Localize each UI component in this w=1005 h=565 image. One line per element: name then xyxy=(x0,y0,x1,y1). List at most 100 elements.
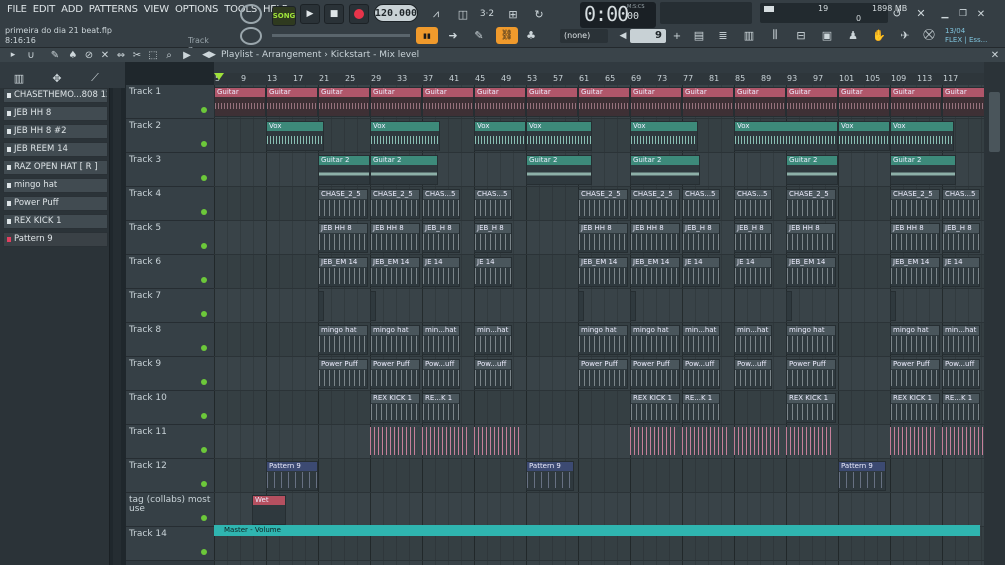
bar-ruler[interactable]: 5 9 13 17 21 25 29 33 37 41 45 49 53 57 61 65 69 73 77 81 85… xyxy=(214,73,984,85)
playlist-clip[interactable] xyxy=(890,427,936,457)
playlist-clip[interactable]: CHAS...5 xyxy=(682,189,720,219)
track-header[interactable]: tag (collabs) most use xyxy=(126,493,214,527)
playlist-clip[interactable] xyxy=(630,427,676,457)
playlist-clip[interactable]: JEB HH 8 xyxy=(318,223,368,253)
playlist-clip[interactable]: Pattern 9 xyxy=(838,461,886,491)
playlist-clip[interactable]: Power Puff xyxy=(578,359,628,389)
track-mute-led[interactable] xyxy=(201,243,207,249)
menu-add[interactable]: ADD xyxy=(58,4,86,15)
master-pitch-knob-icon[interactable] xyxy=(240,27,262,45)
playlist-clip[interactable]: Vox xyxy=(266,121,324,151)
track-header[interactable]: Track 2 xyxy=(126,119,214,153)
playlist-clip[interactable] xyxy=(578,291,584,321)
tool-draw-button[interactable]: ▮▮ xyxy=(416,27,438,44)
snap-value[interactable]: 9 xyxy=(630,29,666,43)
browser-icon[interactable]: ⊟ xyxy=(792,27,810,43)
playlist-clip[interactable]: min...hat xyxy=(682,325,720,355)
playlist-clip[interactable]: Pow...uff xyxy=(422,359,460,389)
render-icon[interactable]: ✈ xyxy=(896,27,914,43)
picker-item[interactable]: Power Puff xyxy=(3,196,108,211)
playlist-clip[interactable]: CHASE_2_5 xyxy=(786,189,836,219)
tempo-display[interactable]: 120.000 xyxy=(374,4,418,22)
playlist-clip[interactable]: Guitar xyxy=(786,87,838,117)
track-header[interactable]: Track 8 xyxy=(126,323,214,357)
playlist-clip[interactable]: JEB_EM 14 xyxy=(318,257,368,287)
playlist-clip[interactable]: Guitar xyxy=(474,87,526,117)
track-header[interactable]: Track 12 xyxy=(126,459,214,493)
playlist-clip[interactable]: JEB_EM 14 xyxy=(630,257,680,287)
record-button[interactable] xyxy=(349,4,369,24)
track-mute-led[interactable] xyxy=(201,379,207,385)
maximize-icon[interactable]: ❐ xyxy=(954,6,972,22)
track-header[interactable]: Track 5 xyxy=(126,221,214,255)
track-mute-led[interactable] xyxy=(201,481,207,487)
playlist-clip[interactable] xyxy=(890,291,896,321)
playlist-clip[interactable]: CHASE_2_5 xyxy=(578,189,628,219)
playlist-clip[interactable] xyxy=(422,427,468,457)
playlist-clip[interactable]: mingo hat xyxy=(370,325,420,355)
playlist-clip[interactable]: Vox xyxy=(630,121,698,151)
playlist-clip[interactable]: Power Puff xyxy=(370,359,420,389)
playlist-close-icon[interactable]: ✕ xyxy=(986,47,1004,63)
pencil-icon[interactable]: ✎ xyxy=(470,27,488,43)
playlist-clip[interactable] xyxy=(734,427,780,457)
countdown-icon[interactable]: 3·2 xyxy=(476,4,498,24)
menu-patterns[interactable]: PATTERNS xyxy=(86,4,141,15)
playlist-clip[interactable]: Guitar 2 xyxy=(370,155,438,185)
minimize-icon[interactable]: ▁ xyxy=(936,6,954,22)
playlist-clip[interactable]: JEB_EM 14 xyxy=(578,257,628,287)
track-lane[interactable] xyxy=(214,289,984,323)
playlist-clip[interactable]: mingo hat xyxy=(890,325,940,355)
playlist-clip[interactable]: Guitar 2 xyxy=(318,155,370,185)
playlist-clip[interactable]: mingo hat xyxy=(318,325,368,355)
playlist-clip[interactable]: min...hat xyxy=(474,325,512,355)
playlist-clip[interactable]: Vox xyxy=(370,121,440,151)
close-icon[interactable]: ✕ xyxy=(972,6,990,22)
master-volume-clip[interactable]: Master - Volume xyxy=(214,525,980,536)
master-volume-knob-icon[interactable] xyxy=(240,4,262,24)
track-mute-led[interactable] xyxy=(201,277,207,283)
playlist-clip[interactable]: CHASE_2_5 xyxy=(370,189,420,219)
playlist-clip[interactable]: Guitar 2 xyxy=(526,155,592,185)
time-markers-bar[interactable] xyxy=(214,62,984,73)
playlist-clip[interactable]: Wet xyxy=(252,495,286,525)
playlist-clip[interactable] xyxy=(370,427,416,457)
menu-file[interactable]: FILE xyxy=(4,4,30,15)
breadcrumb-back-icon[interactable]: ◀▶ xyxy=(200,47,218,63)
picker-item[interactable]: JEB REEM 14 xyxy=(3,142,108,157)
track-header[interactable]: Track 1 xyxy=(126,85,214,119)
playlist-clip[interactable]: Guitar xyxy=(370,87,422,117)
track-mute-led[interactable] xyxy=(201,141,207,147)
playlist-clip[interactable]: JEB HH 8 xyxy=(890,223,940,253)
track-header[interactable]: Track 11 xyxy=(126,425,214,459)
playlist-clip[interactable]: mingo hat xyxy=(578,325,628,355)
playlist-clip[interactable]: Guitar xyxy=(526,87,578,117)
playlist-clip[interactable]: REX KICK 1 xyxy=(630,393,680,423)
add-pattern-icon[interactable]: + xyxy=(668,28,686,44)
playlist-clip[interactable]: Power Puff xyxy=(786,359,836,389)
playlist-clip[interactable]: REX KICK 1 xyxy=(890,393,940,423)
playlist-clip[interactable]: JEB_H 8 xyxy=(422,223,460,253)
plugin-picker-icon[interactable]: ♟ xyxy=(844,27,862,43)
playhead-marker[interactable] xyxy=(214,73,224,80)
playlist-clip[interactable]: Guitar xyxy=(890,87,942,117)
breadcrumb-level[interactable]: Mix level xyxy=(379,50,419,60)
touch-icon[interactable]: ✋ xyxy=(870,27,888,43)
playlist-clip[interactable]: REX KICK 1 xyxy=(370,393,420,423)
scrollbar-thumb[interactable] xyxy=(989,92,1000,152)
track-mute-led[interactable] xyxy=(201,175,207,181)
playlist-clip[interactable]: CHAS...5 xyxy=(942,189,980,219)
playlist-clip[interactable]: CHASE_2_5 xyxy=(630,189,680,219)
track-mute-led[interactable] xyxy=(201,413,207,419)
playlist-clip[interactable]: CHAS...5 xyxy=(422,189,460,219)
playlist-clip[interactable]: mingo hat xyxy=(786,325,836,355)
playlist-clip[interactable]: min...hat xyxy=(422,325,460,355)
master-pitch-slider[interactable] xyxy=(272,34,410,37)
playlist-clip[interactable]: Pow...uff xyxy=(942,359,980,389)
playlist-clip[interactable]: min...hat xyxy=(734,325,772,355)
playlist-clip[interactable]: Guitar 2 xyxy=(630,155,700,185)
song-mode-button[interactable]: SONG xyxy=(272,6,296,26)
playlist-clip[interactable]: Guitar xyxy=(734,87,786,117)
metronome-icon[interactable]: ⩘ xyxy=(424,4,448,24)
wait-for-input-icon[interactable]: ◫ xyxy=(452,4,474,24)
